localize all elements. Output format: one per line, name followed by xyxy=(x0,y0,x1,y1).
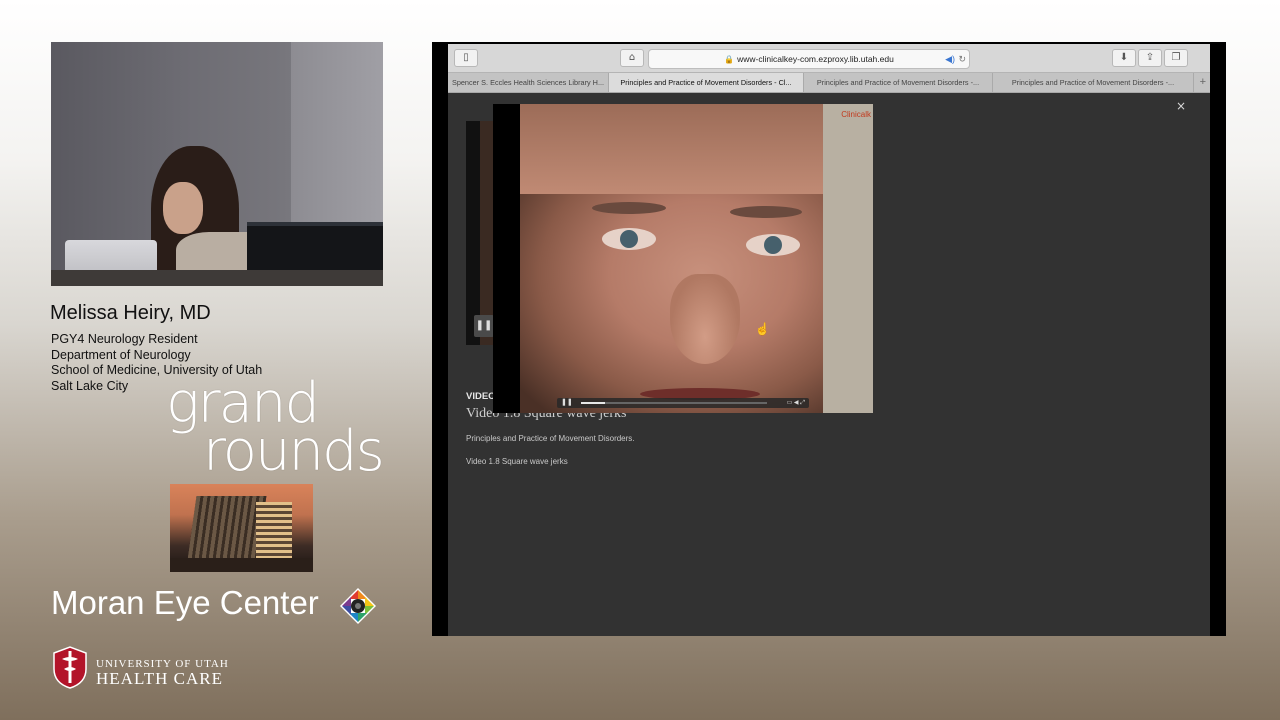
pause-icon[interactable]: ❚❚ xyxy=(474,315,494,337)
grand-rounds-title-rounds: rounds xyxy=(203,419,385,484)
clinicalkey-watermark: Clinicalk xyxy=(841,110,871,119)
sidebar-icon[interactable]: ▯ xyxy=(454,49,478,67)
video-caption: Video 1.8 Square wave jerks xyxy=(466,457,568,466)
browser-toolbar: ▯ ⌂ 🔒 www-clinicalkey-com.ezproxy.lib.uta… xyxy=(448,44,1210,73)
video-label: VIDEO xyxy=(466,391,496,402)
video-player-overlay[interactable]: Clinicalk ☝ ❚❚ ▭ ◀ ⤢ xyxy=(493,104,873,413)
tab-movement-disorders-active[interactable]: Principles and Practice of Movement Diso… xyxy=(609,73,804,92)
home-icon[interactable]: ⌂ xyxy=(620,49,644,67)
tab-movement-disorders-2[interactable]: Principles and Practice of Movement Diso… xyxy=(804,73,993,92)
university-shield-icon xyxy=(53,646,87,689)
building-ground xyxy=(170,558,313,572)
presenter-face xyxy=(163,182,203,234)
nose xyxy=(670,274,740,364)
download-icon[interactable]: ⬇ xyxy=(1112,49,1136,67)
url-text: www-clinicalkey-com.ezproxy.lib.utah.edu xyxy=(737,54,894,64)
left-eye xyxy=(602,228,656,250)
screen-capture: ▯ ⌂ 🔒 www-clinicalkey-com.ezproxy.lib.uta… xyxy=(432,42,1226,636)
speaker-name: Melissa Heiry, MD xyxy=(50,302,211,324)
video-frame xyxy=(520,104,850,413)
building-tower xyxy=(256,502,292,562)
address-bar[interactable]: 🔒 www-clinicalkey-com.ezproxy.lib.utah.ed… xyxy=(648,49,970,69)
speaker-department: Department of Neurology xyxy=(51,347,191,362)
building-glass xyxy=(187,496,267,560)
forehead xyxy=(520,104,850,194)
browser-window: ▯ ⌂ 🔒 www-clinicalkey-com.ezproxy.lib.uta… xyxy=(448,44,1210,636)
share-icon[interactable]: ⇪ xyxy=(1138,49,1162,67)
moran-logo-icon xyxy=(340,588,376,624)
speaker-title: PGY4 Neurology Resident xyxy=(51,332,198,346)
progress-track[interactable] xyxy=(581,402,767,404)
moran-building-photo xyxy=(170,484,313,572)
tab-movement-disorders-3[interactable]: Principles and Practice of Movement Diso… xyxy=(993,73,1194,92)
video-controls[interactable]: ❚❚ ▭ ◀ ⤢ xyxy=(557,398,809,408)
desk xyxy=(51,270,383,286)
speaker-video xyxy=(51,42,383,286)
close-icon[interactable]: × xyxy=(1176,99,1186,113)
right-eye xyxy=(746,234,800,256)
tab-bar: Spencer S. Eccles Health Sciences Librar… xyxy=(448,73,1210,93)
left-iris xyxy=(620,230,638,248)
right-eyebrow xyxy=(730,206,802,218)
university-health-care-logo-text: UNIVERSITY OF UTAH HEALTH CARE xyxy=(96,658,229,688)
left-eyebrow xyxy=(592,202,666,214)
reload-icon[interactable]: ↻ xyxy=(958,50,966,68)
speaker-icon[interactable]: ◀) xyxy=(945,50,955,68)
tabs-overview-icon[interactable]: ❐ xyxy=(1164,49,1188,67)
lock-icon: 🔒 xyxy=(724,55,735,64)
tab-library[interactable]: Spencer S. Eccles Health Sciences Librar… xyxy=(448,73,609,92)
uhc-line-health-care: HEALTH CARE xyxy=(96,669,224,688)
progress-fill xyxy=(581,402,606,404)
page-content: × ❚❚ VIDEO Video 1.8 Square wave jerks P… xyxy=(448,93,1210,636)
moran-eye-center-logo-text: Moran Eye Center xyxy=(51,584,319,621)
video-source: Principles and Practice of Movement Diso… xyxy=(466,434,635,443)
right-iris xyxy=(764,236,782,254)
new-tab-icon[interactable]: + xyxy=(1200,73,1206,92)
pause-icon[interactable]: ❚❚ xyxy=(561,398,573,408)
mouse-cursor-icon: ☝ xyxy=(755,322,770,336)
player-option-icons[interactable]: ▭ ◀ ⤢ xyxy=(787,398,805,408)
video-background-wall xyxy=(823,104,873,413)
